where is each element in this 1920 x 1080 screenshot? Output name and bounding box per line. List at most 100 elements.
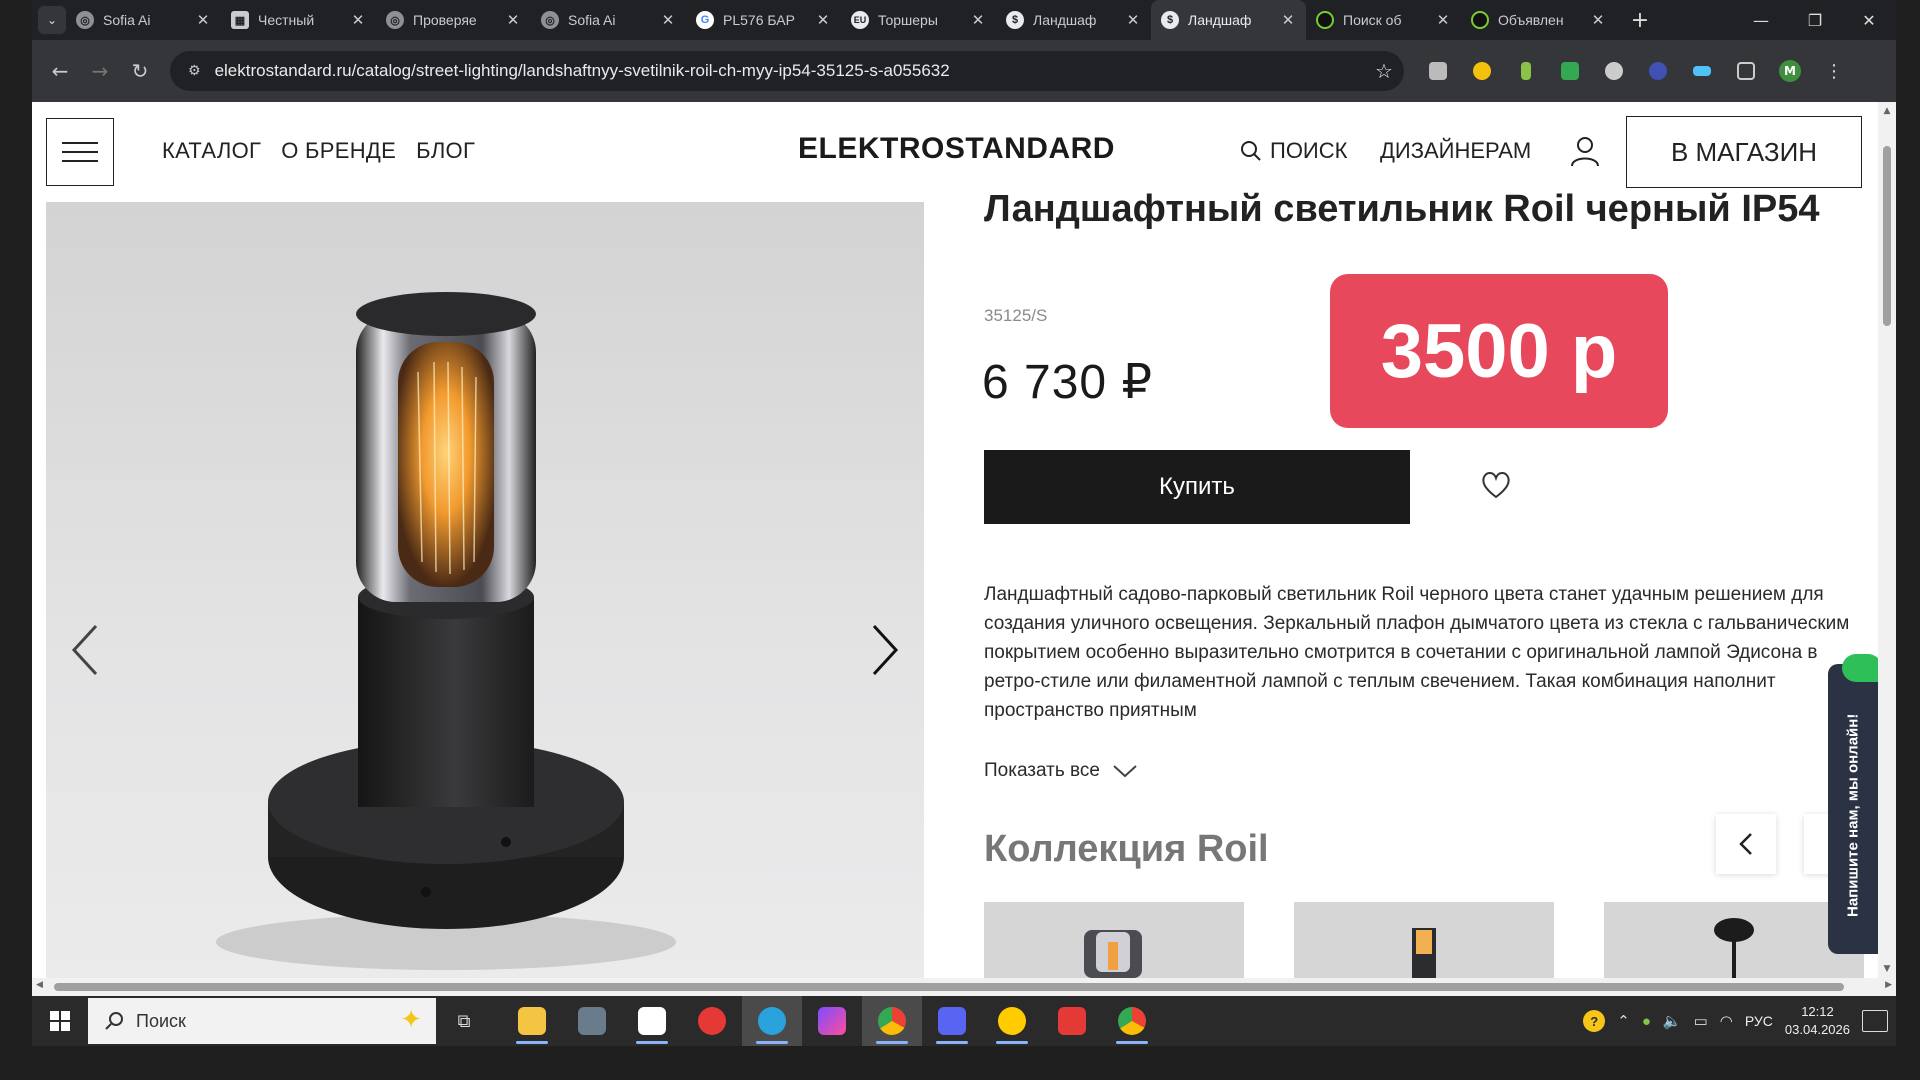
browser-tab[interactable]: ◎ Проверяе ✕ bbox=[376, 0, 531, 40]
gallery-prev-arrow-icon[interactable] bbox=[66, 620, 106, 680]
collection-card[interactable] bbox=[1604, 902, 1864, 978]
extension-icon[interactable] bbox=[1592, 51, 1636, 91]
battery-icon[interactable]: ▭ bbox=[1694, 1012, 1708, 1030]
language-indicator[interactable]: РУС bbox=[1745, 1013, 1773, 1029]
tab-close-icon[interactable]: ✕ bbox=[1590, 11, 1606, 29]
help-icon[interactable]: ? bbox=[1583, 1010, 1606, 1032]
collection-card[interactable] bbox=[1294, 902, 1554, 978]
url-text[interactable]: elektrostandard.ru/catalog/street-lighti… bbox=[215, 61, 1364, 81]
yandex-music-icon[interactable] bbox=[982, 996, 1042, 1046]
windows-start-icon[interactable] bbox=[32, 996, 88, 1046]
site-logo[interactable]: ELEKTROSTANDARD bbox=[798, 132, 1115, 166]
tab-close-icon[interactable]: ✕ bbox=[505, 11, 521, 29]
collection-title: Коллекция Roil bbox=[984, 828, 1269, 870]
site-search-link[interactable]: ПОИСК bbox=[1240, 138, 1347, 164]
taskbar-search-box[interactable]: Поиск ✦ bbox=[88, 998, 436, 1044]
unknown-app-icon[interactable] bbox=[622, 996, 682, 1046]
extension-icon[interactable] bbox=[1504, 51, 1548, 91]
extension-icon[interactable] bbox=[1416, 51, 1460, 91]
chat-widget-button[interactable]: Напишите нам, мы онлайн! bbox=[1828, 654, 1878, 954]
chevron-up-icon[interactable]: ⌃ bbox=[1617, 1012, 1630, 1030]
wifi-icon[interactable]: ◠ bbox=[1720, 1012, 1733, 1030]
extension-icon[interactable] bbox=[1680, 51, 1724, 91]
back-icon[interactable]: ← bbox=[40, 51, 80, 91]
browser-tab[interactable]: Объявлен ✕ bbox=[1461, 0, 1616, 40]
tab-close-icon[interactable]: ✕ bbox=[1435, 11, 1451, 29]
chevron-down-icon bbox=[1113, 765, 1137, 778]
volume-icon[interactable]: 🔈 bbox=[1663, 1012, 1682, 1030]
browser-tabstrip: ⌄ ◎ Sofia Ai ✕ ▦ Честный ✕ ◎ Проверяе ✕ … bbox=[32, 0, 1896, 40]
heart-icon[interactable] bbox=[1480, 470, 1512, 500]
task-view-icon[interactable]: ⧉ bbox=[436, 996, 492, 1046]
extension-icon[interactable] bbox=[1460, 51, 1504, 91]
nav-catalog[interactable]: КАТАЛОГ bbox=[162, 138, 261, 164]
designers-link[interactable]: ДИЗАЙНЕРАМ bbox=[1380, 138, 1531, 164]
tab-close-icon[interactable]: ✕ bbox=[660, 11, 676, 29]
show-all-link[interactable]: Показать все bbox=[984, 760, 1138, 782]
collection-card[interactable] bbox=[984, 902, 1244, 978]
calculator-icon[interactable] bbox=[562, 996, 622, 1046]
extension-icon[interactable] bbox=[1548, 51, 1592, 91]
close-window-icon[interactable]: ✕ bbox=[1842, 0, 1896, 40]
browser-menu-icon[interactable]: ⋮ bbox=[1812, 51, 1856, 91]
gallery-next-arrow-icon[interactable] bbox=[864, 620, 904, 680]
windows-taskbar: Поиск ✦ ⧉ ? ⌃ ● 🔈 ▭ ◠ РУС 12:12 03.04.20… bbox=[32, 996, 1896, 1046]
new-tab-button[interactable]: + bbox=[1624, 8, 1656, 33]
forward-icon[interactable]: → bbox=[80, 51, 120, 91]
browser-tab[interactable]: ◎ Sofia Ai ✕ bbox=[66, 0, 221, 40]
browser-tab-active[interactable]: $ Ландшаф ✕ bbox=[1151, 0, 1306, 40]
browser-tab[interactable]: G PL576 БАР ✕ bbox=[686, 0, 841, 40]
address-bar[interactable]: ⚙ elektrostandard.ru/catalog/street-ligh… bbox=[170, 51, 1404, 91]
tab-close-icon[interactable]: ✕ bbox=[1125, 11, 1141, 29]
notifications-icon[interactable] bbox=[1862, 1010, 1888, 1032]
tray-app-icon[interactable]: ● bbox=[1642, 1013, 1651, 1030]
scroll-right-icon[interactable]: ▶ bbox=[1885, 980, 1892, 990]
tab-close-icon[interactable]: ✕ bbox=[970, 11, 986, 29]
wps-office-icon[interactable] bbox=[1042, 996, 1102, 1046]
telegram-icon[interactable] bbox=[742, 996, 802, 1046]
product-gallery[interactable] bbox=[46, 202, 924, 978]
to-store-button[interactable]: В МАГАЗИН bbox=[1626, 116, 1862, 188]
browser-tab[interactable]: EU Торшеры ✕ bbox=[841, 0, 996, 40]
bookmark-star-icon[interactable]: ☆ bbox=[1364, 59, 1404, 83]
tab-title: Поиск об bbox=[1343, 12, 1402, 28]
vertical-scrollbar[interactable]: ▲ ▼ bbox=[1878, 102, 1896, 978]
browser-tab[interactable]: Поиск об ✕ bbox=[1306, 0, 1461, 40]
maximize-icon[interactable]: ❐ bbox=[1788, 0, 1842, 40]
chrome-alt-icon[interactable] bbox=[1102, 996, 1162, 1046]
affinity-icon[interactable] bbox=[802, 996, 862, 1046]
taskbar-clock[interactable]: 12:12 03.04.2026 bbox=[1785, 1003, 1850, 1039]
tab-search-dropdown-icon[interactable]: ⌄ bbox=[38, 6, 66, 34]
reload-icon[interactable]: ↻ bbox=[120, 51, 160, 91]
scroll-left-icon[interactable]: ◀ bbox=[36, 980, 43, 990]
collection-product-image bbox=[1084, 930, 1142, 978]
horizontal-scrollbar[interactable]: ◀ ▶ bbox=[32, 978, 1896, 996]
site-info-icon[interactable]: ⚙ bbox=[188, 63, 201, 79]
extension-icon[interactable] bbox=[1636, 51, 1680, 91]
scrollbar-thumb[interactable] bbox=[54, 983, 1844, 991]
profile-avatar[interactable]: M bbox=[1768, 51, 1812, 91]
scrollbar-thumb[interactable] bbox=[1883, 146, 1891, 326]
minimize-icon[interactable]: — bbox=[1734, 0, 1788, 40]
chrome-icon[interactable] bbox=[862, 996, 922, 1046]
yandex-browser-icon[interactable] bbox=[682, 996, 742, 1046]
discord-icon[interactable] bbox=[922, 996, 982, 1046]
tab-close-icon[interactable]: ✕ bbox=[1280, 11, 1296, 29]
buy-button[interactable]: Купить bbox=[984, 450, 1410, 524]
collection-prev-button[interactable] bbox=[1716, 814, 1776, 874]
nav-about-brand[interactable]: О БРЕНДЕ bbox=[281, 138, 396, 164]
tab-close-icon[interactable]: ✕ bbox=[195, 11, 211, 29]
tab-close-icon[interactable]: ✕ bbox=[815, 11, 831, 29]
browser-tab[interactable]: ▦ Честный ✕ bbox=[221, 0, 376, 40]
file-explorer-icon[interactable] bbox=[502, 996, 562, 1046]
user-icon[interactable] bbox=[1570, 135, 1600, 167]
web-page: КАТАЛОГ О БРЕНДЕ БЛОГ ELEKTROSTANDARD ПО… bbox=[32, 102, 1878, 978]
extensions-puzzle-icon[interactable] bbox=[1724, 51, 1768, 91]
nav-blog[interactable]: БЛОГ bbox=[416, 138, 475, 164]
scroll-down-icon[interactable]: ▼ bbox=[1878, 964, 1896, 974]
hamburger-menu-icon[interactable] bbox=[46, 118, 114, 186]
browser-tab[interactable]: ◎ Sofia Ai ✕ bbox=[531, 0, 686, 40]
browser-tab[interactable]: $ Ландшаф ✕ bbox=[996, 0, 1151, 40]
tab-close-icon[interactable]: ✕ bbox=[350, 11, 366, 29]
scroll-up-icon[interactable]: ▲ bbox=[1878, 106, 1896, 116]
